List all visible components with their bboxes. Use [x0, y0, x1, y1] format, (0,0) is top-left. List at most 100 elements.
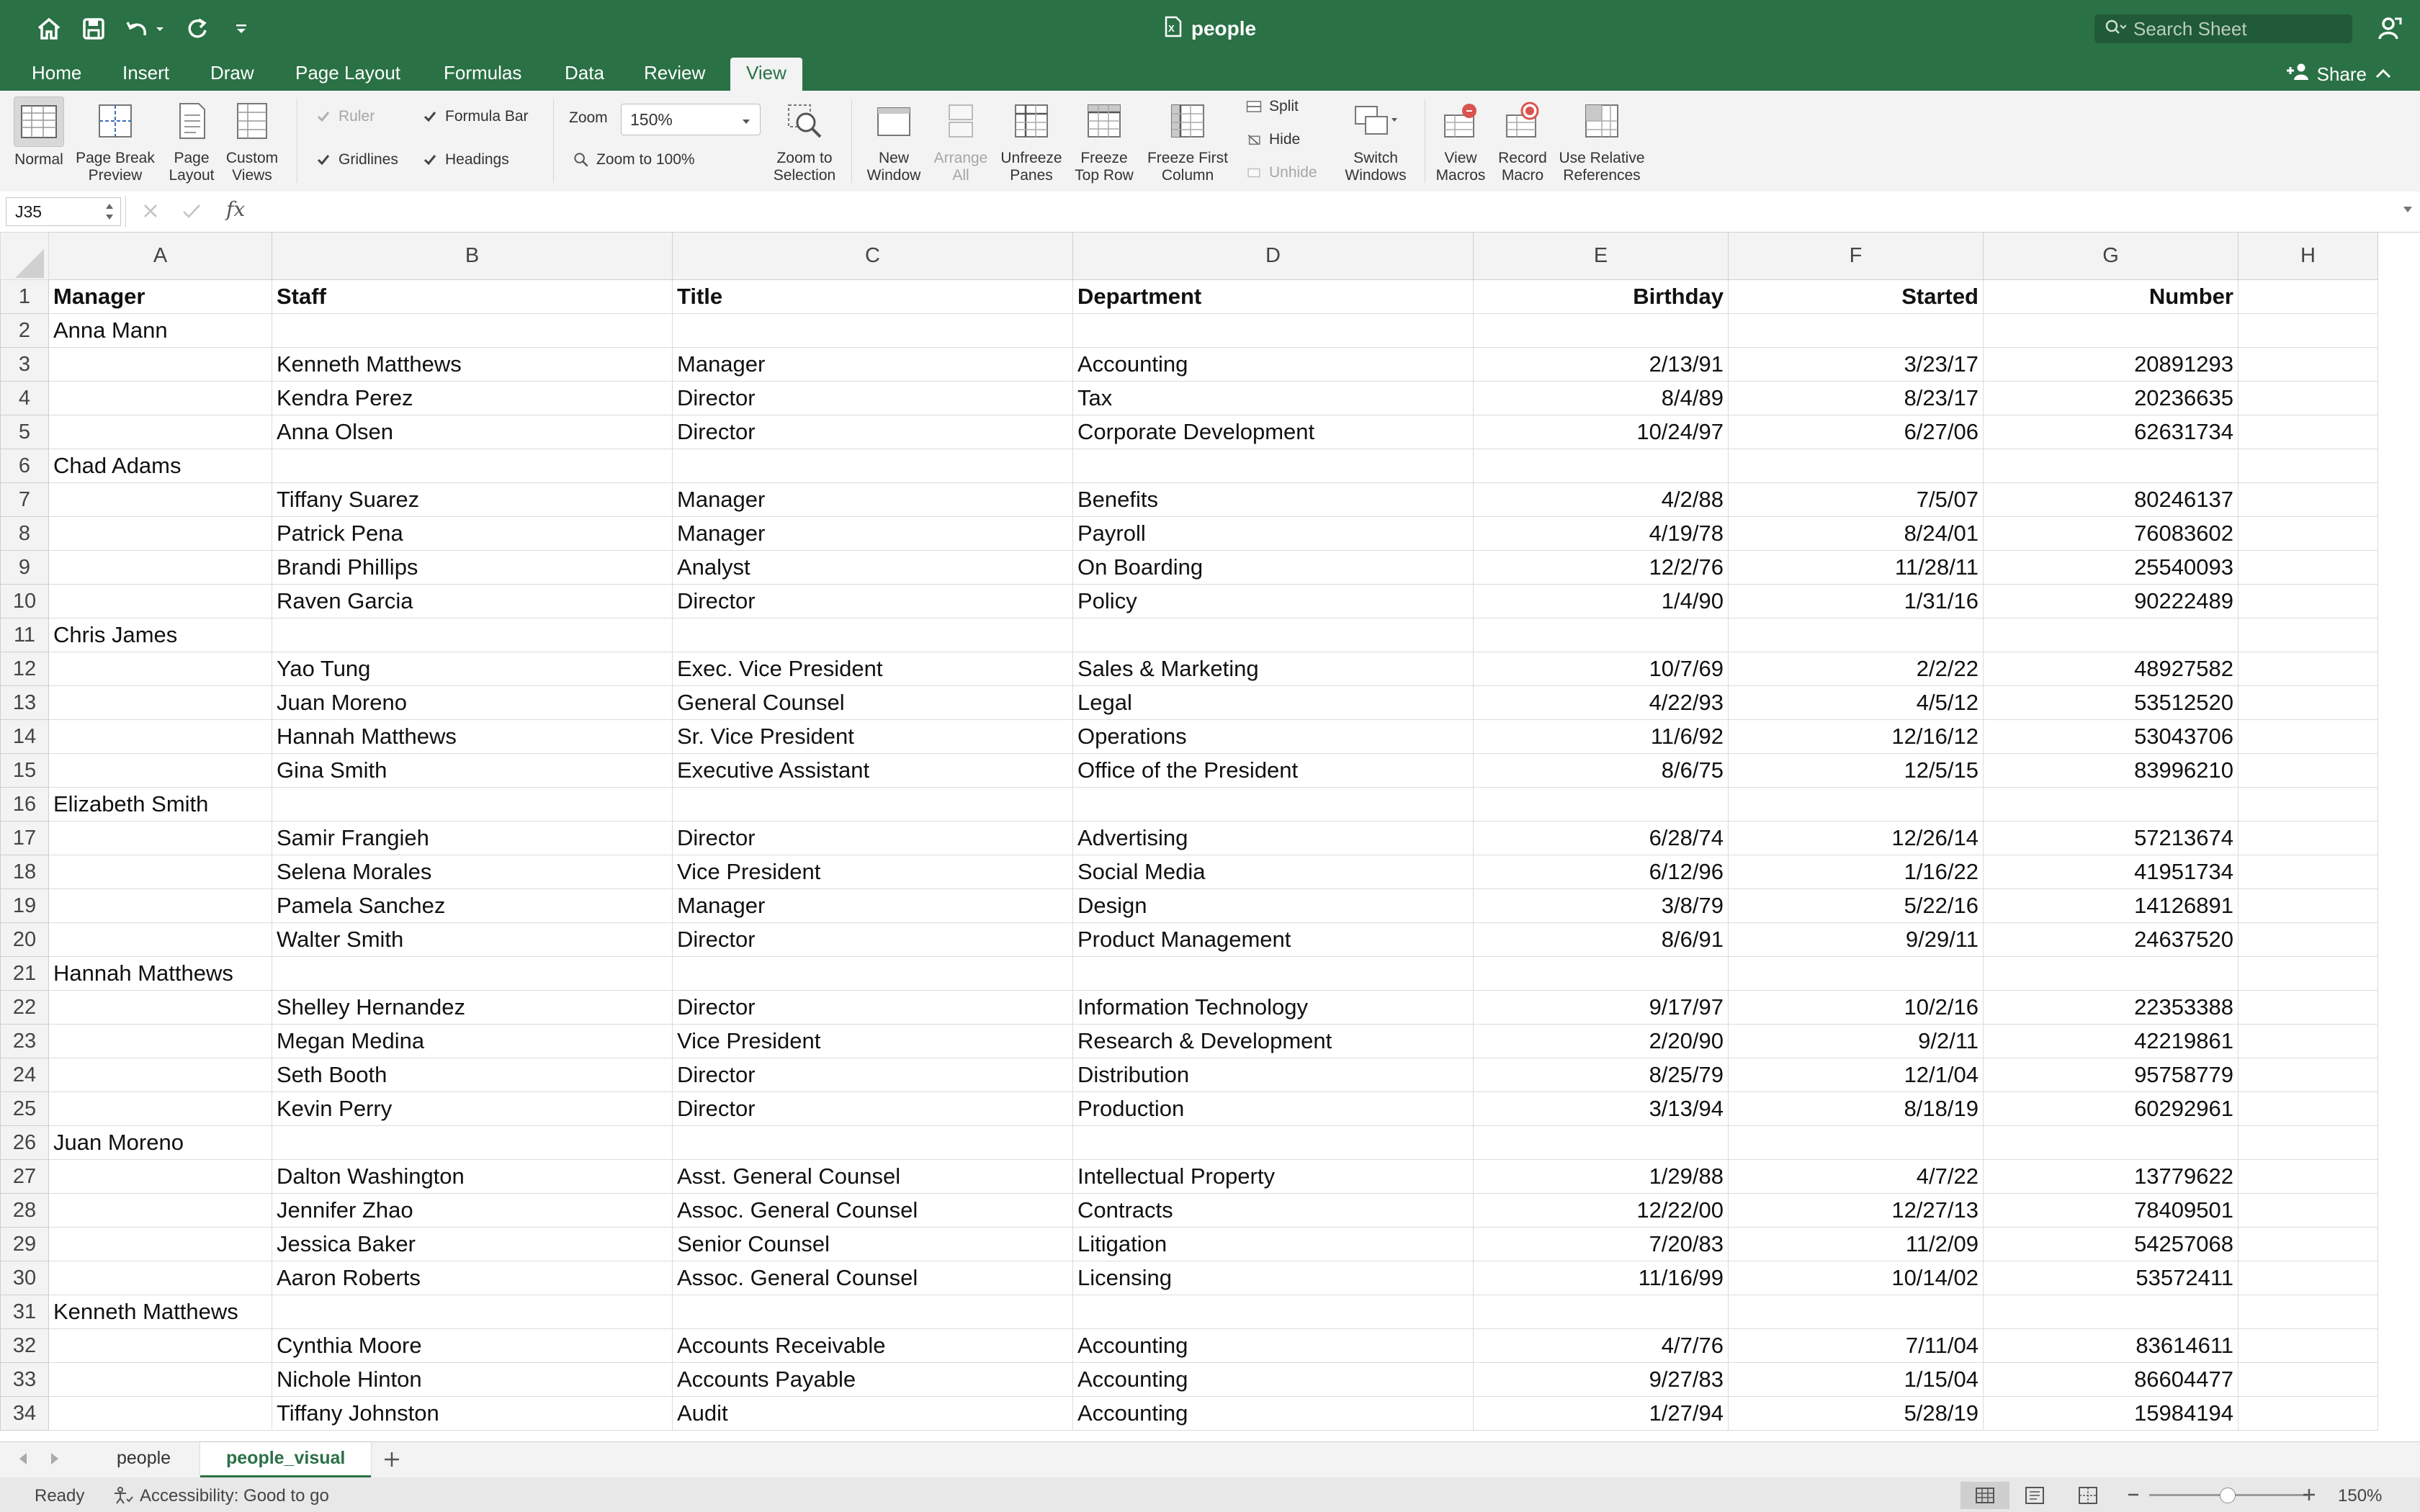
add-sheet-icon[interactable]: [380, 1448, 403, 1475]
cell-c4[interactable]: Director: [672, 381, 1073, 415]
cell-b9[interactable]: Brandi Phillips: [272, 550, 673, 585]
cell-e26[interactable]: [1473, 1125, 1729, 1160]
cell-a21[interactable]: Hannah Matthews: [48, 956, 272, 991]
row-header[interactable]: 7: [0, 482, 49, 517]
cell-g16[interactable]: [1983, 787, 2238, 822]
profile-icon[interactable]: [2374, 10, 2406, 48]
cell-a2[interactable]: Anna Mann: [48, 313, 272, 348]
cell-c8[interactable]: Manager: [672, 516, 1073, 551]
cell-e30[interactable]: 11/16/99: [1473, 1261, 1729, 1295]
cell-e6[interactable]: [1473, 449, 1729, 483]
cell-h4[interactable]: [2238, 381, 2378, 415]
cell-a7[interactable]: [48, 482, 272, 517]
cell-g26[interactable]: [1983, 1125, 2238, 1160]
cell-f20[interactable]: 9/29/11: [1728, 922, 1984, 957]
cell-c1[interactable]: Title: [672, 279, 1073, 314]
cell-e33[interactable]: 9/27/83: [1473, 1362, 1729, 1397]
row-header[interactable]: 33: [0, 1362, 49, 1397]
cell-d11[interactable]: [1072, 618, 1474, 652]
cell-h6[interactable]: [2238, 449, 2378, 483]
cell-c3[interactable]: Manager: [672, 347, 1073, 382]
cell-e9[interactable]: 12/2/76: [1473, 550, 1729, 585]
cell-b18[interactable]: Selena Morales: [272, 855, 673, 889]
row-header[interactable]: 18: [0, 855, 49, 889]
cell-c9[interactable]: Analyst: [672, 550, 1073, 585]
cell-h16[interactable]: [2238, 787, 2378, 822]
cell-b11[interactable]: [272, 618, 673, 652]
ruler-checkbox[interactable]: Ruler: [315, 108, 375, 125]
cell-b14[interactable]: Hannah Matthews: [272, 719, 673, 754]
cell-d34[interactable]: Accounting: [1072, 1396, 1474, 1431]
cell-e7[interactable]: 4/2/88: [1473, 482, 1729, 517]
cell-a34[interactable]: [48, 1396, 272, 1431]
cell-g24[interactable]: 95758779: [1983, 1058, 2238, 1092]
cell-d29[interactable]: Litigation: [1072, 1227, 1474, 1261]
cell-d27[interactable]: Intellectual Property: [1072, 1159, 1474, 1194]
cell-g1[interactable]: Number: [1983, 279, 2238, 314]
row-header[interactable]: 19: [0, 888, 49, 923]
row-header[interactable]: 4: [0, 381, 49, 415]
cell-c15[interactable]: Executive Assistant: [672, 753, 1073, 788]
cell-f30[interactable]: 10/14/02: [1728, 1261, 1984, 1295]
tab-page-layout[interactable]: Page Layout: [279, 58, 416, 91]
row-header[interactable]: 28: [0, 1193, 49, 1228]
cell-d19[interactable]: Design: [1072, 888, 1474, 923]
cell-h33[interactable]: [2238, 1362, 2378, 1397]
cell-a5[interactable]: [48, 415, 272, 449]
cell-g19[interactable]: 14126891: [1983, 888, 2238, 923]
cell-g21[interactable]: [1983, 956, 2238, 991]
cell-a24[interactable]: [48, 1058, 272, 1092]
row-header[interactable]: 22: [0, 990, 49, 1025]
cell-g10[interactable]: 90222489: [1983, 584, 2238, 618]
cell-h13[interactable]: [2238, 685, 2378, 720]
cell-f18[interactable]: 1/16/22: [1728, 855, 1984, 889]
cell-e20[interactable]: 8/6/91: [1473, 922, 1729, 957]
cell-h31[interactable]: [2238, 1295, 2378, 1329]
row-header[interactable]: 30: [0, 1261, 49, 1295]
cell-g29[interactable]: 54257068: [1983, 1227, 2238, 1261]
column-header-b[interactable]: B: [272, 232, 673, 280]
cell-c31[interactable]: [672, 1295, 1073, 1329]
cell-e29[interactable]: 7/20/83: [1473, 1227, 1729, 1261]
cell-h5[interactable]: [2238, 415, 2378, 449]
cell-a3[interactable]: [48, 347, 272, 382]
view-macros-button[interactable]: View Macros: [1430, 96, 1491, 184]
switch-windows-button[interactable]: Switch Windows: [1340, 96, 1412, 184]
row-header[interactable]: 31: [0, 1295, 49, 1329]
cell-b34[interactable]: Tiffany Johnston: [272, 1396, 673, 1431]
cell-f28[interactable]: 12/27/13: [1728, 1193, 1984, 1228]
cell-e34[interactable]: 1/27/94: [1473, 1396, 1729, 1431]
cell-d15[interactable]: Office of the President: [1072, 753, 1474, 788]
normal-view-button[interactable]: Normal: [9, 96, 69, 168]
cell-b16[interactable]: [272, 787, 673, 822]
accessibility-status[interactable]: Accessibility: Good to go: [140, 1486, 329, 1506]
use-relative-references-button[interactable]: Use Relative References: [1554, 96, 1649, 184]
cell-d17[interactable]: Advertising: [1072, 821, 1474, 855]
row-header[interactable]: 17: [0, 821, 49, 855]
cell-c24[interactable]: Director: [672, 1058, 1073, 1092]
hide-button[interactable]: Hide: [1246, 131, 1300, 148]
cell-b13[interactable]: Juan Moreno: [272, 685, 673, 720]
cell-e11[interactable]: [1473, 618, 1729, 652]
cell-h10[interactable]: [2238, 584, 2378, 618]
cell-a30[interactable]: [48, 1261, 272, 1295]
cell-b32[interactable]: Cynthia Moore: [272, 1328, 673, 1363]
cell-e2[interactable]: [1473, 313, 1729, 348]
row-header[interactable]: 14: [0, 719, 49, 754]
cell-b5[interactable]: Anna Olsen: [272, 415, 673, 449]
column-header-c[interactable]: C: [672, 232, 1073, 280]
cell-d2[interactable]: [1072, 313, 1474, 348]
cell-e14[interactable]: 11/6/92: [1473, 719, 1729, 754]
share-button[interactable]: Share: [2285, 58, 2393, 91]
enter-icon[interactable]: [182, 202, 202, 224]
cell-f14[interactable]: 12/16/12: [1728, 719, 1984, 754]
row-header[interactable]: 24: [0, 1058, 49, 1092]
cell-h26[interactable]: [2238, 1125, 2378, 1160]
row-header[interactable]: 5: [0, 415, 49, 449]
cell-e18[interactable]: 6/12/96: [1473, 855, 1729, 889]
cell-b20[interactable]: Walter Smith: [272, 922, 673, 957]
search-sheet-box[interactable]: [2094, 14, 2352, 43]
row-header[interactable]: 3: [0, 347, 49, 382]
cell-e27[interactable]: 1/29/88: [1473, 1159, 1729, 1194]
tab-formulas[interactable]: Formulas: [428, 58, 537, 91]
